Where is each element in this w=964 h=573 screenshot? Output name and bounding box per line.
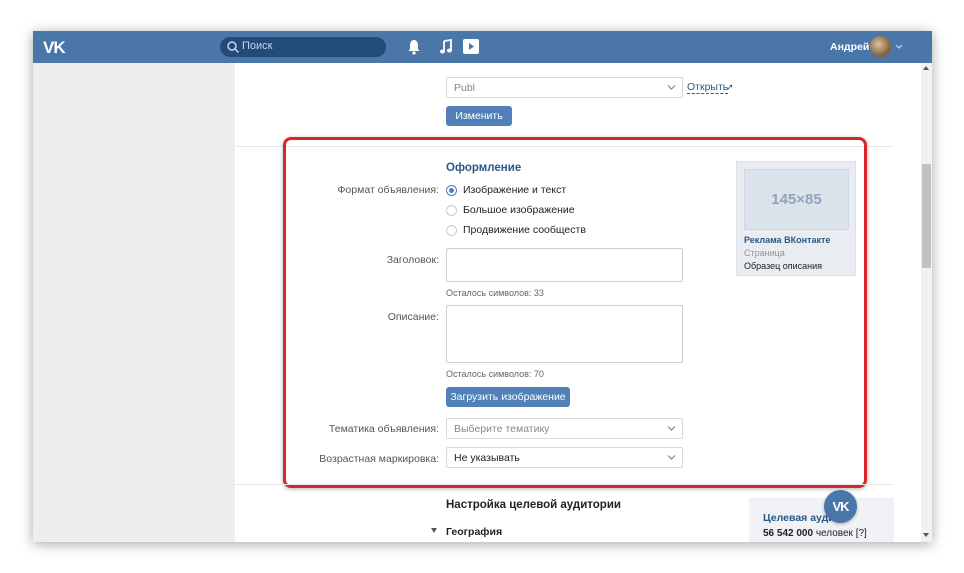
music-note-icon[interactable]	[439, 39, 453, 55]
search-placeholder: Поиск	[242, 40, 273, 52]
audience-count-number: 56 542 000	[763, 528, 814, 539]
page-select[interactable]: Publ	[446, 77, 683, 98]
section-divider	[235, 484, 894, 485]
search-input[interactable]: Поиск	[220, 37, 386, 57]
chevron-down-icon[interactable]	[895, 42, 903, 50]
expand-arrow-icon[interactable]	[431, 528, 437, 533]
audience-section-title: Настройка целевой аудитории	[446, 499, 621, 511]
browser-window: VK Поиск Андрей Publ Открыть ➚ Изменить …	[33, 31, 932, 542]
scroll-thumb[interactable]	[922, 164, 931, 268]
highlight-frame	[283, 137, 867, 488]
external-link-icon: ➚	[726, 82, 734, 92]
top-navigation-bar: VK Поиск Андрей	[33, 31, 932, 63]
notifications-bell-icon[interactable]	[407, 39, 421, 55]
vertical-scrollbar[interactable]	[921, 63, 932, 542]
open-link[interactable]: Открыть	[687, 82, 729, 94]
vk-logo[interactable]: VK	[43, 38, 66, 58]
user-avatar[interactable]	[870, 36, 891, 57]
video-play-icon[interactable]	[463, 39, 479, 54]
page-select-value: Publ	[454, 82, 476, 94]
geography-label[interactable]: География	[446, 526, 502, 538]
target-audience-box: Целевая аудит 56 542 000 человек [?]	[749, 498, 894, 542]
scroll-down-arrow-icon[interactable]	[923, 533, 929, 537]
search-icon	[227, 41, 240, 54]
left-sidebar	[33, 63, 235, 542]
vk-floating-button[interactable]: VK	[824, 490, 857, 523]
scroll-up-arrow-icon[interactable]	[923, 66, 929, 70]
user-name[interactable]: Андрей	[830, 41, 869, 53]
chevron-down-icon	[667, 85, 676, 90]
change-button[interactable]: Изменить	[446, 106, 512, 126]
audience-count-suffix[interactable]: человек [?]	[816, 528, 867, 539]
audience-count: 56 542 000 человек [?]	[763, 528, 867, 539]
